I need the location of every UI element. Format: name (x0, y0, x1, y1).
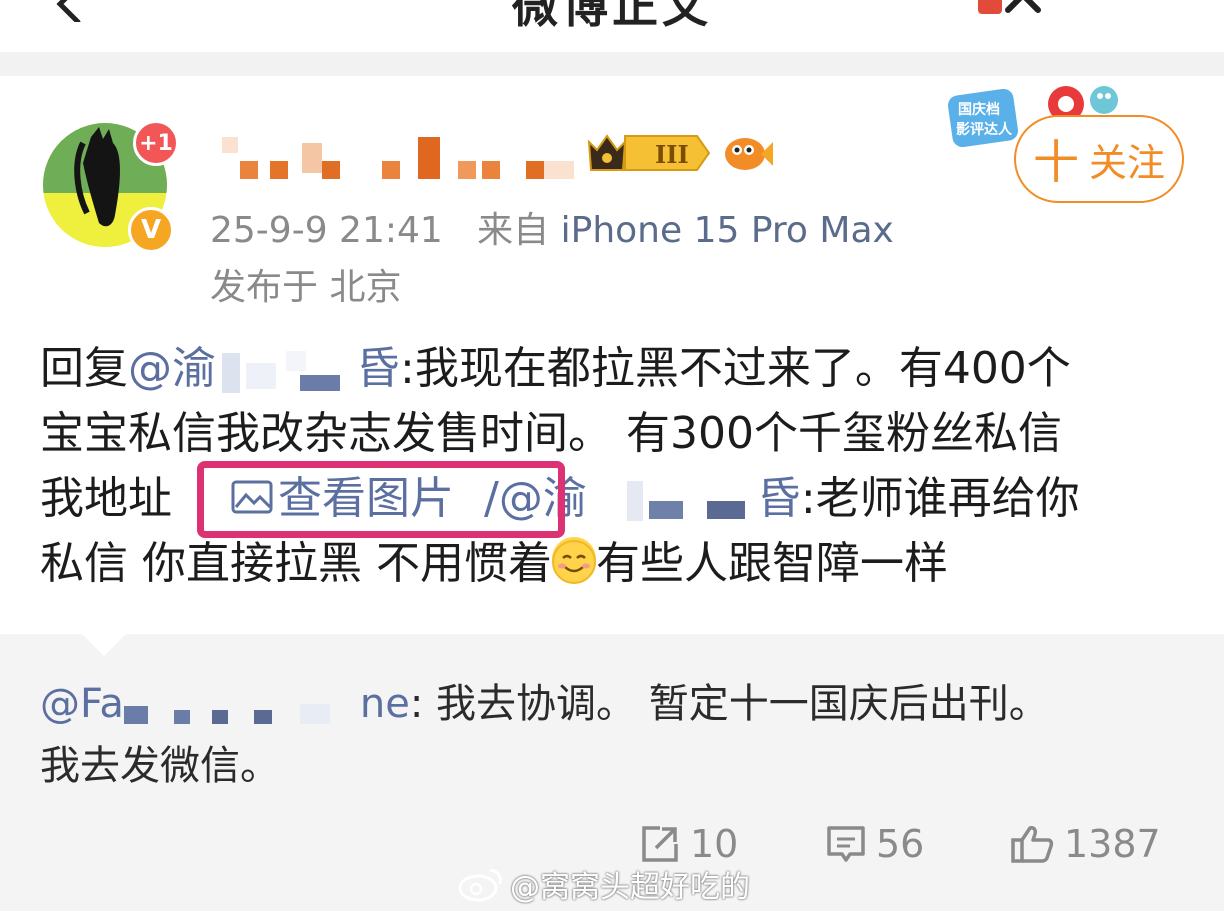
weibo-logo-icon (458, 868, 502, 902)
redacted-quoted-name (123, 704, 330, 724)
post-line-4: 私信 你直接拉黑 不用惯着 有些人跟智障一样 (40, 537, 948, 589)
redacted-name (222, 351, 340, 393)
post-source-device[interactable]: iPhone 15 Pro Max (561, 210, 894, 251)
quoted-line-1: @Fa ne: 我去协调。 暂定十一国庆后出刊。 (40, 681, 1049, 727)
thumbs-up-icon (1011, 826, 1054, 863)
plus-icon: 十 (1032, 135, 1079, 189)
highlight-annotation-box (197, 461, 565, 538)
mention-link[interactable]: @渝昏 (128, 343, 400, 394)
follow-button[interactable]: 十 关注 (1014, 115, 1184, 203)
reply-text: :我现在都拉黑不过来了。有400个 (400, 343, 1071, 394)
like-count: 1387 (1064, 822, 1161, 866)
notification-count-badge: +1 (133, 120, 179, 166)
smile-emoji-icon (551, 537, 596, 584)
redacted-name-2 (626, 481, 745, 521)
post-line-1: 回复@渝 昏:我现在都拉黑不过来了。有400个 (40, 336, 1071, 401)
comment-button[interactable]: 56 (826, 818, 924, 870)
svg-text:影评达人: 影评达人 (956, 121, 1013, 138)
more-options-icon[interactable] (978, 0, 1048, 20)
quote-pointer (82, 634, 126, 656)
username-redacted[interactable] (218, 135, 578, 183)
verified-icon: V (128, 207, 174, 253)
watermark-text: @窝窝头超好吃的 (510, 870, 750, 905)
post-line-2: 宝宝私信我改杂志发售时间。 有300个千玺粉丝私信 (40, 408, 1062, 459)
post-location: 发布于 北京 (210, 267, 402, 308)
comment-count: 56 (876, 822, 925, 866)
comment-icon (827, 826, 865, 862)
like-button[interactable]: 1387 (1010, 818, 1161, 870)
quoted-line-2: 我去发微信。 (40, 743, 280, 789)
quoted-mention-link[interactable]: @Fa ne (40, 681, 410, 727)
post-source-prefix: 来自 (477, 210, 550, 251)
post-timestamp: 25-9-9 21:41 (210, 210, 443, 251)
repost-icon (642, 826, 678, 862)
crown-level-text: III (655, 140, 689, 169)
reply-prefix: 回复 (40, 343, 128, 394)
follow-label: 关注 (1088, 140, 1165, 185)
event-badge-text: 国庆档 (958, 101, 1000, 118)
crown-level-badge: III (587, 134, 711, 171)
section-divider (0, 52, 1224, 76)
top-bar: 微博正文 (0, 0, 1224, 52)
repost-count: 10 (690, 822, 739, 866)
post-meta: 25-9-9 21:41 来自 iPhone 15 Pro Max (210, 201, 894, 253)
watermark: @窝窝头超好吃的 (456, 862, 750, 906)
fish-badge-icon (725, 138, 773, 170)
